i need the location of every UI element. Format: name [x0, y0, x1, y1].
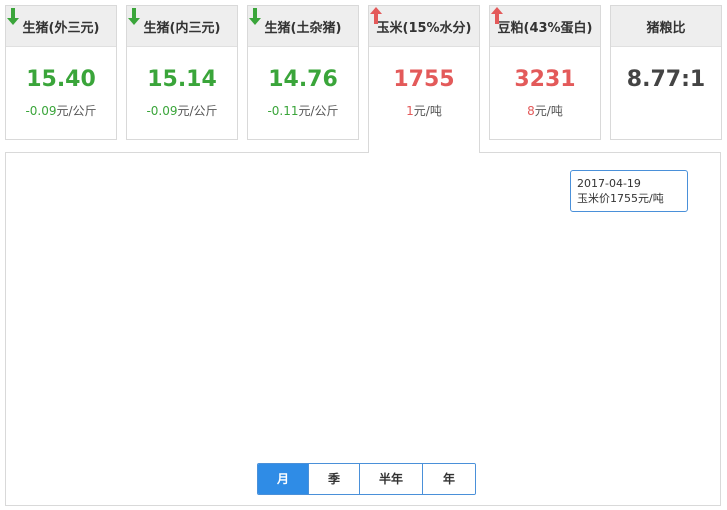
- tooltip-date: 2017-04-19: [577, 177, 641, 190]
- tab-range[interactable]: 月: [258, 464, 308, 494]
- card-change: 1: [406, 104, 414, 118]
- tab-range[interactable]: 季: [308, 464, 359, 494]
- chart-tooltip: 2017-04-19 玉米价1755元/吨: [570, 170, 688, 212]
- price-card[interactable]: 玉米(15%水分) 1755 1元/吨: [368, 5, 480, 153]
- card-title: 玉米(15%水分): [369, 6, 479, 47]
- range-tabs: 月季半年年: [257, 463, 476, 495]
- card-unit: 元/吨: [413, 104, 442, 118]
- tooltip-label: 玉米价1755元/吨: [577, 192, 664, 205]
- tab-range[interactable]: 半年: [359, 464, 422, 494]
- tab-range[interactable]: 年: [422, 464, 475, 494]
- arrow-up-icon: [370, 7, 382, 24]
- card-price: 1755: [393, 67, 455, 92]
